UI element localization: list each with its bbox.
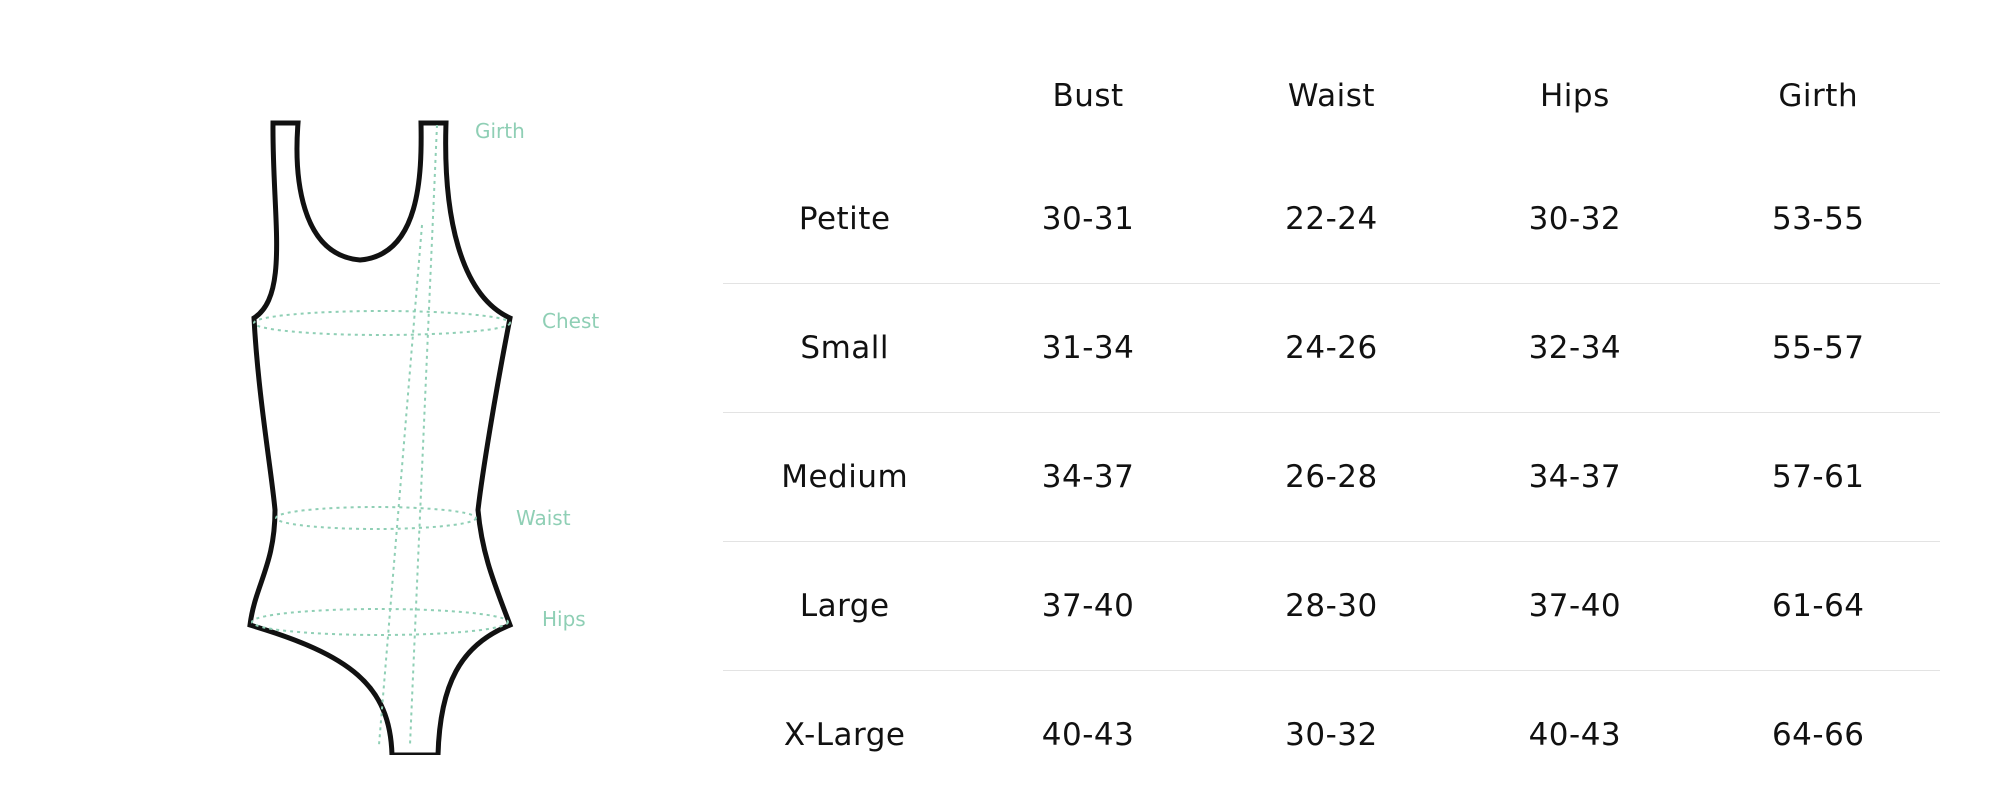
girth-cell: 53-55 <box>1771 201 1865 237</box>
hips-cell: 40-43 <box>1528 717 1622 753</box>
waist-label: Waist <box>516 506 571 530</box>
bust-cell: 34-37 <box>1041 459 1135 495</box>
size-chart-table: Bust Waist Hips Girth Petite 30-31 22-24… <box>723 40 1940 799</box>
size-name-cell: Medium <box>781 459 909 495</box>
bust-cell: 40-43 <box>1041 717 1135 753</box>
swimsuit-outline-icon: Girth Chest Waist Hips <box>247 119 599 755</box>
header-cell-waist: Waist <box>1287 78 1376 114</box>
girth-cell: 57-61 <box>1771 459 1865 495</box>
waist-cell: 26-28 <box>1285 459 1378 495</box>
header-cell-hips: Hips <box>1539 78 1610 114</box>
waist-cell: 22-24 <box>1285 201 1378 237</box>
hips-cell: 32-34 <box>1528 330 1622 366</box>
swimsuit-measurement-diagram: Girth Chest Waist Hips <box>150 95 610 755</box>
bust-cell: 37-40 <box>1041 588 1135 624</box>
bust-cell: 30-31 <box>1041 201 1135 237</box>
table-row-petite: Petite 30-31 22-24 30-32 53-55 <box>723 155 1940 284</box>
waist-cell: 28-30 <box>1285 588 1378 624</box>
chest-label: Chest <box>542 309 599 333</box>
hips-cell: 34-37 <box>1528 459 1622 495</box>
hips-label: Hips <box>542 607 586 631</box>
chest-measure-ellipse <box>253 310 511 336</box>
size-name-cell: X-Large <box>783 717 906 753</box>
table-header-row: Bust Waist Hips Girth <box>723 40 1940 155</box>
hips-cell: 30-32 <box>1528 201 1622 237</box>
header-cell-girth: Girth <box>1778 78 1859 114</box>
hips-measure-ellipse <box>251 608 509 636</box>
table-row-medium: Medium 34-37 26-28 34-37 57-61 <box>723 413 1940 542</box>
swimsuit-outline <box>247 120 514 755</box>
girth-cell: 64-66 <box>1771 717 1865 753</box>
table-row-x-large: X-Large 40-43 30-32 40-43 64-66 <box>723 671 1940 799</box>
size-name-cell: Small <box>800 330 889 366</box>
size-name-cell: Petite <box>798 201 891 237</box>
size-name-cell: Large <box>799 588 890 624</box>
table-row-small: Small 31-34 24-26 32-34 55-57 <box>723 284 1940 413</box>
table-row-large: Large 37-40 28-30 37-40 61-64 <box>723 542 1940 671</box>
girth-cell: 61-64 <box>1771 588 1865 624</box>
waist-cell: 30-32 <box>1285 717 1378 753</box>
waist-cell: 24-26 <box>1285 330 1378 366</box>
header-cell-bust: Bust <box>1052 78 1124 114</box>
bust-cell: 31-34 <box>1041 330 1135 366</box>
girth-cell: 55-57 <box>1771 330 1865 366</box>
hips-cell: 37-40 <box>1528 588 1622 624</box>
girth-label: Girth <box>475 119 525 143</box>
waist-measure-ellipse <box>275 506 477 530</box>
